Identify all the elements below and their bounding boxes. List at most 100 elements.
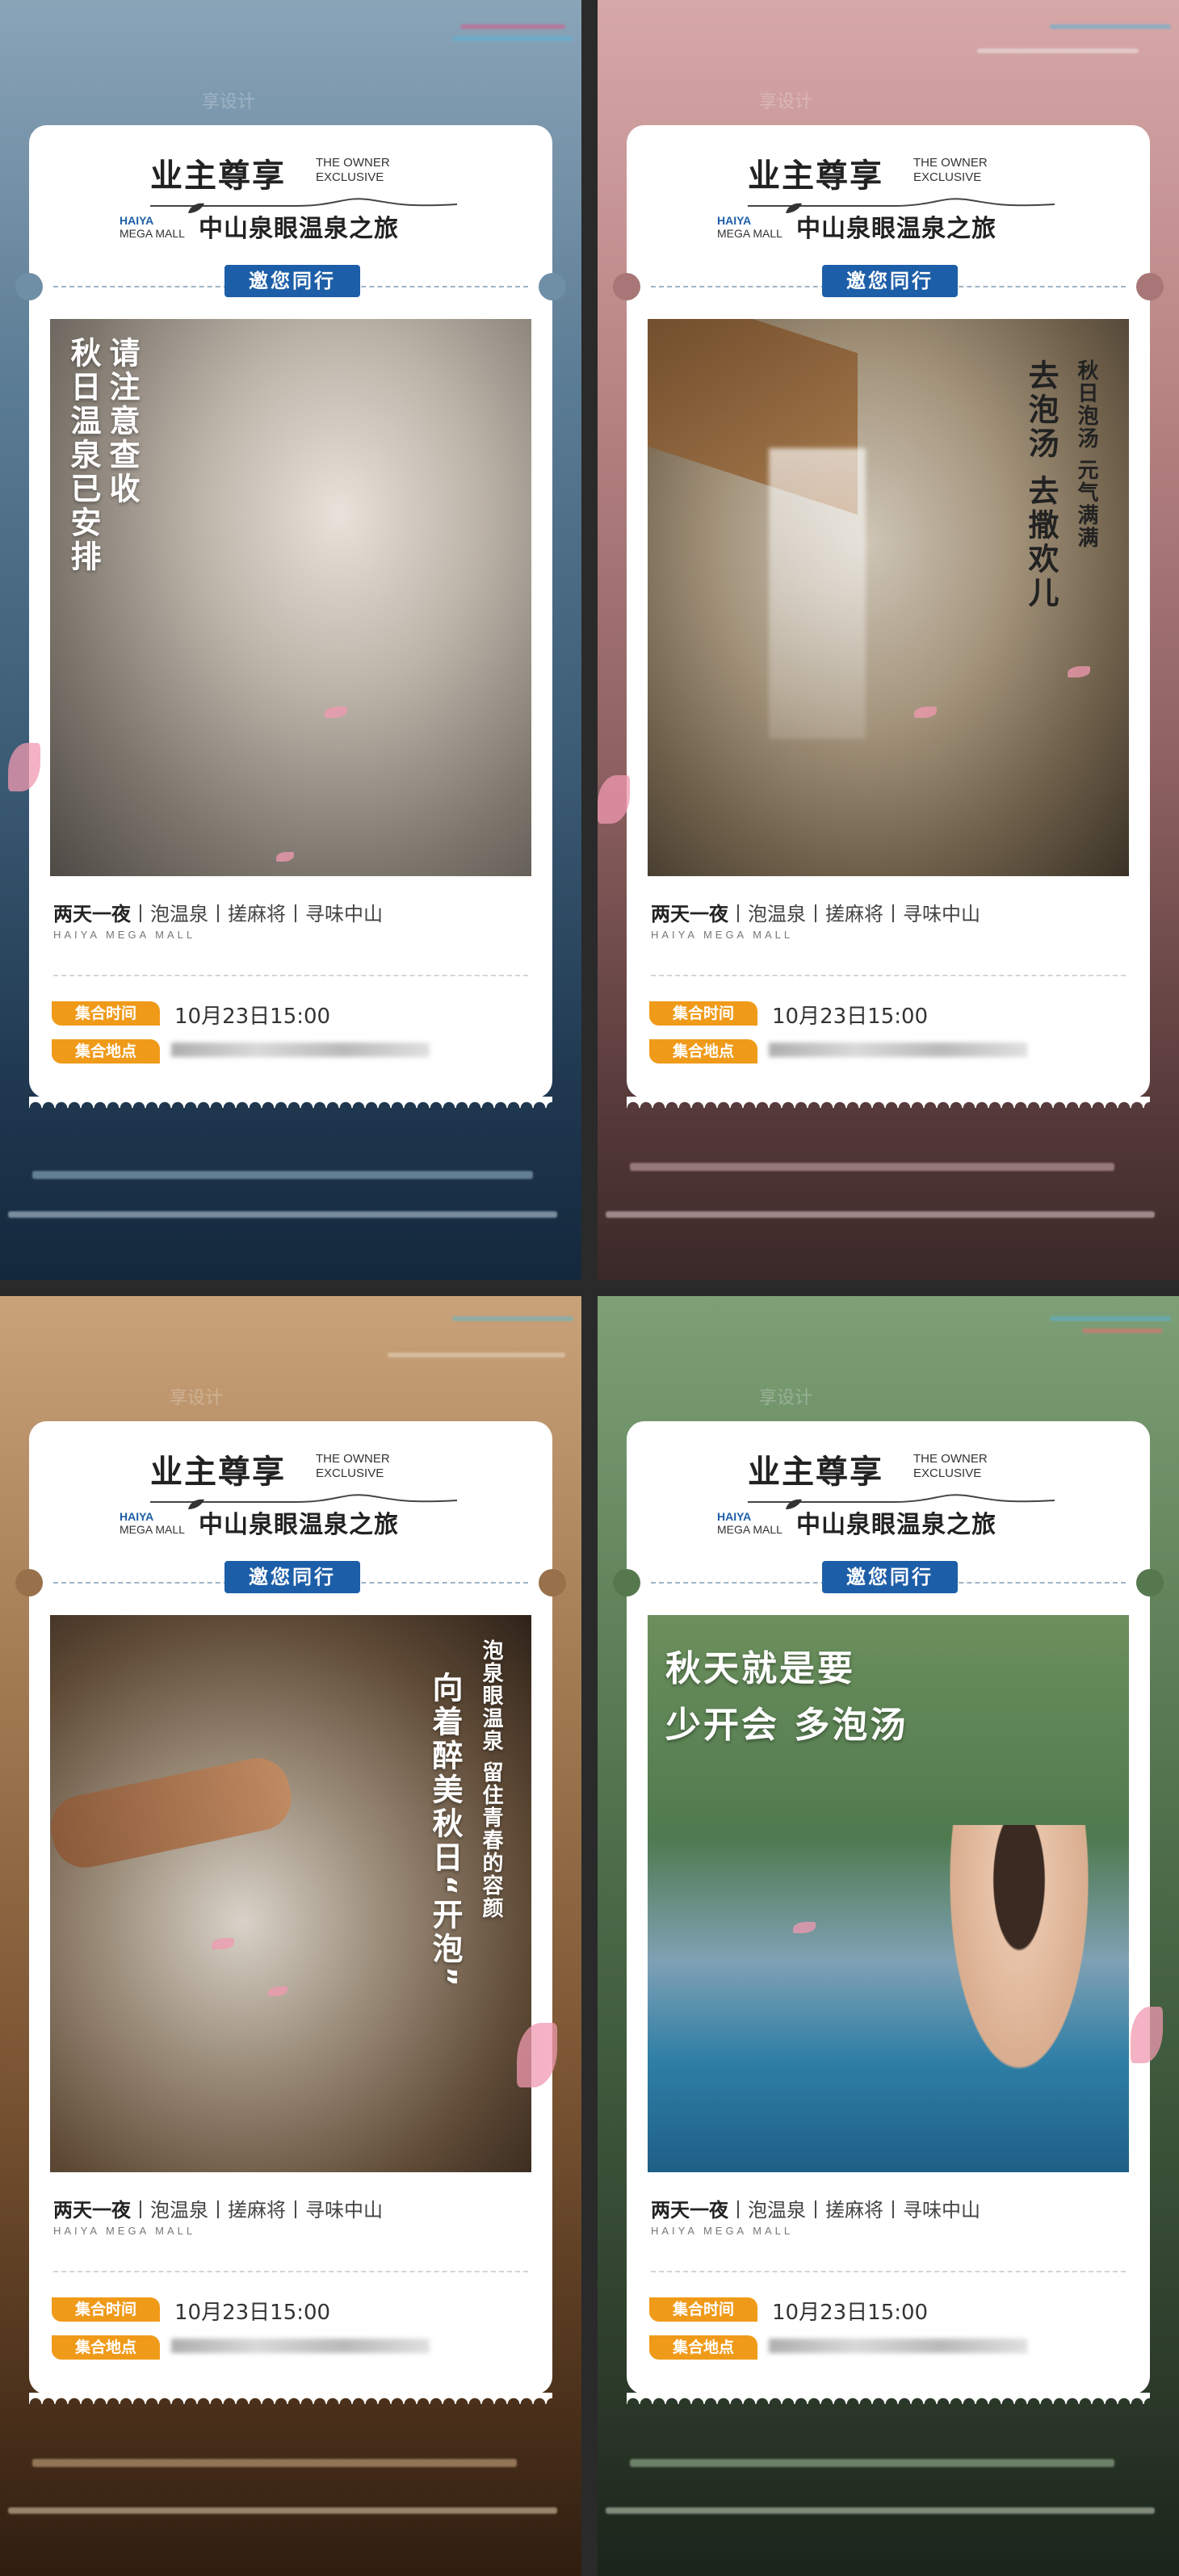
water-spout-photo: 去泡汤 去撒欢儿 秋日泡汤 元气满满 (648, 319, 1129, 876)
brand-line1: HAIYA (120, 1510, 154, 1523)
meeting-time-value: 10月23日15:00 (174, 1005, 331, 1029)
header-title: 业主尊享 (748, 157, 883, 195)
color-streak (460, 24, 565, 29)
photo-caption-1: 秋天就是要 (665, 1648, 855, 1689)
itinerary-bold: 两天一夜 (53, 2199, 131, 2221)
photo-caption-1: 向着醉美秋日“开泡” (427, 1672, 463, 1990)
dashed-divider (53, 2271, 528, 2272)
meeting-place-tag: 集合地点 (52, 2335, 160, 2360)
header-title: 业主尊享 (150, 157, 286, 195)
owner-exclusive-label: THE OWNER EXCLUSIVE (913, 156, 988, 185)
owner-line2: EXCLUSIVE (913, 170, 982, 184)
color-streak (32, 2459, 517, 2467)
color-streak (1082, 1328, 1163, 1333)
owner-line1: THE OWNER (316, 156, 390, 170)
itinerary-rest: 丨泡温泉丨搓麻将丨寻味中山 (728, 903, 980, 925)
ticket-card: 业主尊享 THE OWNER EXCLUSIVE HAIYA MEGA MALL 中… (15, 1421, 566, 2404)
color-streak (388, 1353, 565, 1357)
meeting-place-blurred (171, 2339, 430, 2353)
watermark: 享设计 (759, 92, 813, 112)
itinerary-text: 两天一夜丨泡温泉丨搓麻将丨寻味中山 (53, 898, 383, 926)
hands-water-photo: 向着醉美秋日“开泡” 泡泉眼温泉 留住青春的容颜 (50, 1615, 531, 2172)
meeting-time-tag: 集合时间 (649, 1001, 757, 1026)
poster-4: 享设计 业主尊享 THE OWNER EXCLUSIVE HAIYA MEGA MA… (598, 1296, 1179, 2576)
brand-line2: MEGA MALL (120, 227, 185, 240)
invite-badge: 邀您同行 (224, 265, 360, 297)
dashed-divider (651, 2271, 1126, 2272)
poster-3: 享设计 业主尊享 THE OWNER EXCLUSIVE HAIYA MEGA MA… (0, 1296, 581, 2576)
poster-2: 享设计 业主尊享 THE OWNER EXCLUSIVE HAIYA MEGA MA… (598, 0, 1179, 1280)
photo-caption-2: 少开会 多泡汤 (665, 1705, 908, 1746)
header-title: 业主尊享 (150, 1454, 286, 1491)
meeting-place-tag: 集合地点 (52, 1039, 160, 1064)
photo-caption-1: 秋日温泉已安排 (65, 337, 101, 574)
brand-line2: MEGA MALL (717, 227, 783, 240)
meeting-time-value: 10月23日15:00 (772, 2301, 929, 2325)
brand-line2: MEGA MALL (717, 1523, 783, 1536)
invite-badge: 邀您同行 (822, 265, 958, 297)
color-streak (8, 1211, 557, 1218)
itinerary-bold: 两天一夜 (53, 903, 131, 925)
owner-exclusive-label: THE OWNER EXCLUSIVE (316, 156, 390, 185)
itinerary-text: 两天一夜丨泡温泉丨搓麻将丨寻味中山 (651, 2194, 980, 2222)
mall-name: HAIYA MEGA MALL (651, 2225, 794, 2237)
invite-badge: 邀您同行 (224, 1561, 360, 1593)
mall-name: HAIYA MEGA MALL (651, 929, 794, 941)
dashed-divider (53, 975, 528, 976)
petal (268, 1987, 287, 1996)
color-streak (1050, 1316, 1171, 1321)
ticket-notch (15, 273, 43, 300)
ticket-notch (1136, 1569, 1164, 1596)
color-streak (606, 1211, 1155, 1218)
meeting-time-value: 10月23日15:00 (174, 2301, 331, 2325)
mall-name: HAIYA MEGA MALL (53, 929, 196, 941)
ticket-notch (15, 1569, 43, 1596)
watermark: 享设计 (170, 1388, 224, 1408)
ticket-notch (613, 273, 640, 300)
invite-badge: 邀您同行 (822, 1561, 958, 1593)
meeting-time-tag: 集合时间 (52, 1001, 160, 1026)
ticket-notch (539, 273, 566, 300)
meeting-place-blurred (171, 1043, 430, 1057)
color-streak (452, 1316, 573, 1321)
photo-caption-2: 秋日泡汤 元气满满 (1074, 359, 1098, 550)
itinerary-text: 两天一夜丨泡温泉丨搓麻将丨寻味中山 (53, 2194, 383, 2222)
petal (793, 1922, 816, 1933)
brand-label: HAIYA MEGA MALL (120, 214, 185, 240)
ticket-card: 业主尊享 THE OWNER EXCLUSIVE HAIYA MEGA MALL 中… (613, 1421, 1164, 2404)
color-streak (452, 36, 573, 41)
header-subtitle: 中山泉眼温泉之旅 (796, 1511, 996, 1539)
meeting-place-blurred (769, 1043, 1027, 1057)
owner-line2: EXCLUSIVE (316, 1466, 384, 1480)
brand-label: HAIYA MEGA MALL (717, 1510, 783, 1536)
dashed-divider (651, 975, 1126, 976)
ticket-notch (613, 1569, 640, 1596)
header-subtitle: 中山泉眼温泉之旅 (796, 215, 996, 243)
meeting-place-tag: 集合地点 (649, 1039, 757, 1064)
hands-shape (50, 1752, 298, 1874)
hot-spring-photo: 秋日温泉已安排 请注意查收 (50, 319, 531, 876)
color-streak (606, 2507, 1155, 2514)
meeting-time-value: 10月23日15:00 (772, 1005, 929, 1029)
petal (276, 852, 294, 862)
owner-line1: THE OWNER (913, 156, 988, 170)
photo-caption-1: 去泡汤 去撒欢儿 (1023, 359, 1059, 611)
petal (1068, 666, 1090, 678)
color-streak (630, 1163, 1114, 1171)
mall-name: HAIYA MEGA MALL (53, 2225, 196, 2237)
owner-line1: THE OWNER (316, 1452, 390, 1466)
brand-label: HAIYA MEGA MALL (120, 1510, 185, 1536)
itinerary-rest: 丨泡温泉丨搓麻将丨寻味中山 (131, 903, 383, 925)
color-streak (977, 48, 1139, 53)
watermark: 享设计 (759, 1388, 813, 1408)
color-streak (32, 1171, 533, 1179)
itinerary-rest: 丨泡温泉丨搓麻将丨寻味中山 (131, 2199, 383, 2221)
ticket-zigzag-edge (627, 2393, 1150, 2404)
petal (325, 707, 347, 718)
header-subtitle: 中山泉眼温泉之旅 (199, 1511, 399, 1539)
brand-line1: HAIYA (717, 214, 752, 227)
owner-line2: EXCLUSIVE (316, 170, 384, 184)
brand-line1: HAIYA (120, 214, 154, 227)
woman-figure (938, 1825, 1100, 2100)
petal (914, 707, 937, 718)
